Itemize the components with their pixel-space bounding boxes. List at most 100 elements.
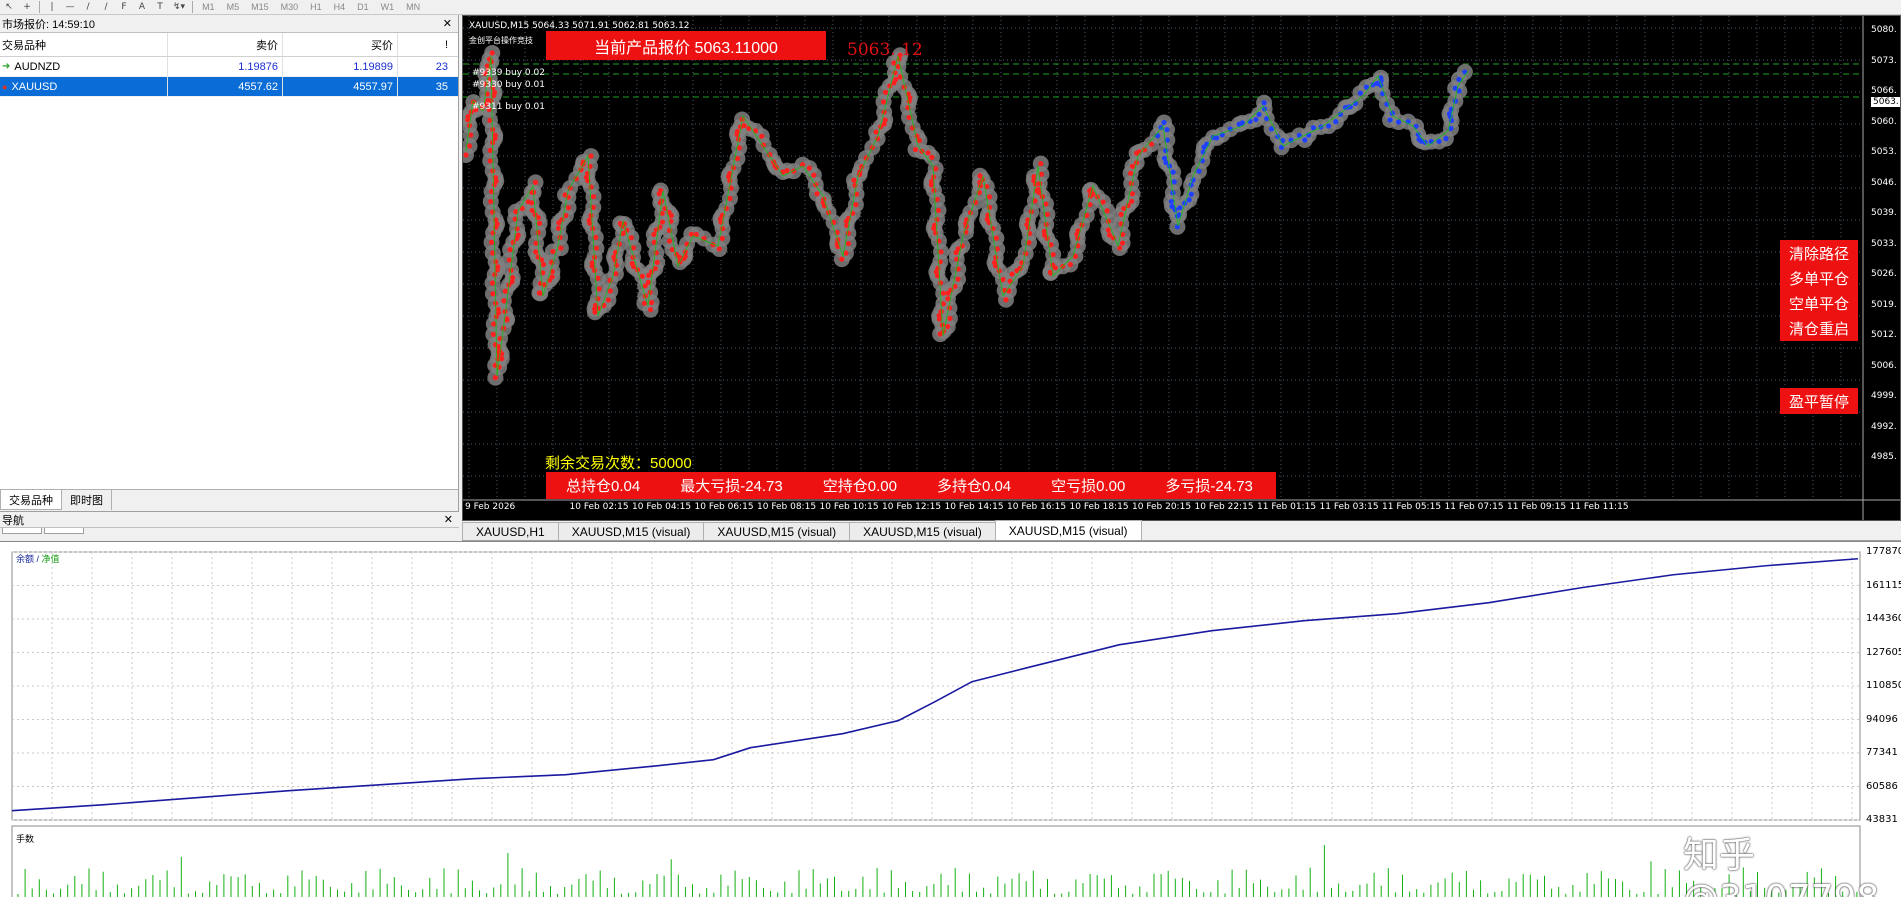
timeframe-w1[interactable]: W1 <box>375 2 401 12</box>
path-marker <box>647 307 654 313</box>
path-marker <box>605 297 611 303</box>
symbol-row-audnzd[interactable]: ➜ AUDNZD 1.19876 1.19899 23 <box>0 57 458 77</box>
path-marker <box>912 146 919 153</box>
pause-button[interactable]: 盈平暂停 <box>1780 388 1858 414</box>
time-tick-label: 10 Feb 22:15 <box>1194 502 1254 512</box>
path-marker <box>873 129 879 135</box>
market-watch-titlebar: 市场报价: 14:59:10 ✕ <box>0 15 458 33</box>
legend-equity: 净值 <box>41 554 60 564</box>
timeframe-m5[interactable]: M5 <box>221 2 246 12</box>
path-marker <box>806 165 812 171</box>
tab-symbols[interactable]: 交易品种 <box>0 490 62 510</box>
path-marker <box>510 239 516 245</box>
col-ask[interactable]: 买价 <box>283 33 398 56</box>
navigator-subtab[interactable] <box>2 528 42 534</box>
balance-tick-label: 110850 <box>1866 680 1901 691</box>
path-marker <box>938 280 944 286</box>
stat-long-position: 多持仓0.04 <box>936 478 1012 495</box>
arrow-up-icon: ➜ <box>2 61 11 72</box>
path-marker <box>593 245 599 251</box>
chart-tab[interactable]: XAUUSD,M15 (visual) <box>849 522 996 540</box>
timeframe-m30[interactable]: M30 <box>275 2 305 12</box>
lots-label: 手数 <box>16 834 35 844</box>
navigator-title: 导航 <box>2 514 24 527</box>
balance-chart-canvas <box>11 551 1861 897</box>
path-marker <box>507 247 513 253</box>
current-price-box: 当前产品报价 5063.11000 <box>546 31 826 60</box>
timeframe-d1[interactable]: D1 <box>351 2 375 12</box>
balance-tick-label: 94096 <box>1866 713 1898 725</box>
spread-value: 35 <box>435 80 448 93</box>
path-marker <box>814 191 820 197</box>
price-tick-label: 5080. <box>1871 25 1897 35</box>
tester-graph: 余额 / 净值 手数 177870 161115 144360 127605 11085… <box>0 541 1901 897</box>
chart-tab-active[interactable]: XAUUSD,M15 (visual) <box>994 520 1142 540</box>
legend-separator: / <box>34 554 42 564</box>
chart-tab[interactable]: XAUUSD,M15 (visual) <box>557 522 705 540</box>
close-icon[interactable]: ✕ <box>443 17 452 30</box>
cursor-icon[interactable]: ↖ <box>0 1 18 14</box>
price-tick-label: 5073. <box>1871 55 1897 66</box>
toolbar-separator <box>39 1 40 13</box>
path-marker <box>1164 127 1170 133</box>
stat-short-loss: 空亏损0.00 <box>1051 478 1126 495</box>
chart-tab[interactable]: XAUUSD,M15 (visual) <box>703 522 851 540</box>
time-tick-label: 10 Feb 02:15 <box>569 502 629 512</box>
channel-icon[interactable]: ∕ <box>97 1 115 14</box>
path-marker <box>1127 170 1134 176</box>
path-marker <box>490 331 496 337</box>
path-marker <box>1170 169 1176 175</box>
path-marker <box>1168 198 1174 205</box>
path-marker <box>588 212 594 219</box>
col-symbol[interactable]: 交易品种 <box>0 33 168 56</box>
text-icon[interactable]: A <box>133 1 151 14</box>
path-marker <box>880 99 887 105</box>
path-marker <box>1129 198 1135 204</box>
arrows-icon[interactable]: ↯▾ <box>169 1 189 14</box>
fibonacci-icon[interactable]: F <box>115 1 133 14</box>
horizontal-line-icon[interactable]: — <box>61 1 79 14</box>
path-marker <box>490 230 496 236</box>
order-label: #9330 buy 0.01 <box>472 80 545 90</box>
tab-tick-chart[interactable]: 即时图 <box>62 490 112 510</box>
path-marker <box>1174 213 1180 219</box>
path-marker <box>659 219 666 225</box>
symbol-row-xauusd[interactable]: ● XAUUSD 4557.62 4557.97 35 <box>0 77 458 97</box>
price-tick-label: 5066. <box>1871 86 1897 96</box>
symbol-cell: ➜ AUDNZD <box>0 57 168 76</box>
time-tick-label: 11 Feb 01:15 <box>1257 502 1317 512</box>
path-marker <box>1043 201 1049 207</box>
navigator-subtab[interactable] <box>44 528 84 534</box>
path-marker <box>933 166 939 172</box>
chart-tab[interactable]: XAUUSD,H1 <box>462 522 559 540</box>
path-marker <box>1196 168 1202 174</box>
col-ask-label: 买价 <box>371 39 393 52</box>
text-label-icon[interactable]: T <box>151 1 169 14</box>
col-bid[interactable]: 卖价 <box>168 33 283 56</box>
timeframe-h4[interactable]: H4 <box>328 2 352 12</box>
timeframe-mn[interactable]: MN <box>400 2 426 12</box>
crosshair-icon[interactable]: + <box>18 1 36 14</box>
close-icon[interactable]: ✕ <box>444 513 453 526</box>
close-long-button[interactable]: 多单平仓 <box>1780 265 1858 291</box>
timeframe-m15[interactable]: M15 <box>245 2 275 12</box>
path-marker <box>487 147 493 153</box>
clear-path-button[interactable]: 清除路径 <box>1780 240 1858 266</box>
legend-balance: 余额 <box>16 554 35 564</box>
timeframe-m1[interactable]: M1 <box>196 2 221 12</box>
trendline-icon[interactable]: / <box>79 1 97 14</box>
lots-frame <box>11 825 1861 897</box>
path-marker <box>489 50 495 56</box>
path-marker <box>490 209 496 215</box>
path-marker <box>727 195 733 202</box>
close-all-restart-button[interactable]: 清仓重启 <box>1780 315 1858 341</box>
symbol-name: XAUUSD <box>11 80 58 93</box>
time-tick-label: 10 Feb 20:15 <box>1132 502 1192 512</box>
path-marker <box>550 248 556 255</box>
vertical-line-icon[interactable]: | <box>43 1 61 14</box>
path-marker <box>628 235 634 241</box>
timeframe-h1[interactable]: H1 <box>304 2 328 12</box>
col-spread[interactable]: ! <box>398 33 456 56</box>
price-chart[interactable]: XAUUSD,M15 5064.33 5071.91 5062.81 5063.… <box>462 15 1901 521</box>
close-short-button[interactable]: 空单平仓 <box>1780 290 1858 316</box>
